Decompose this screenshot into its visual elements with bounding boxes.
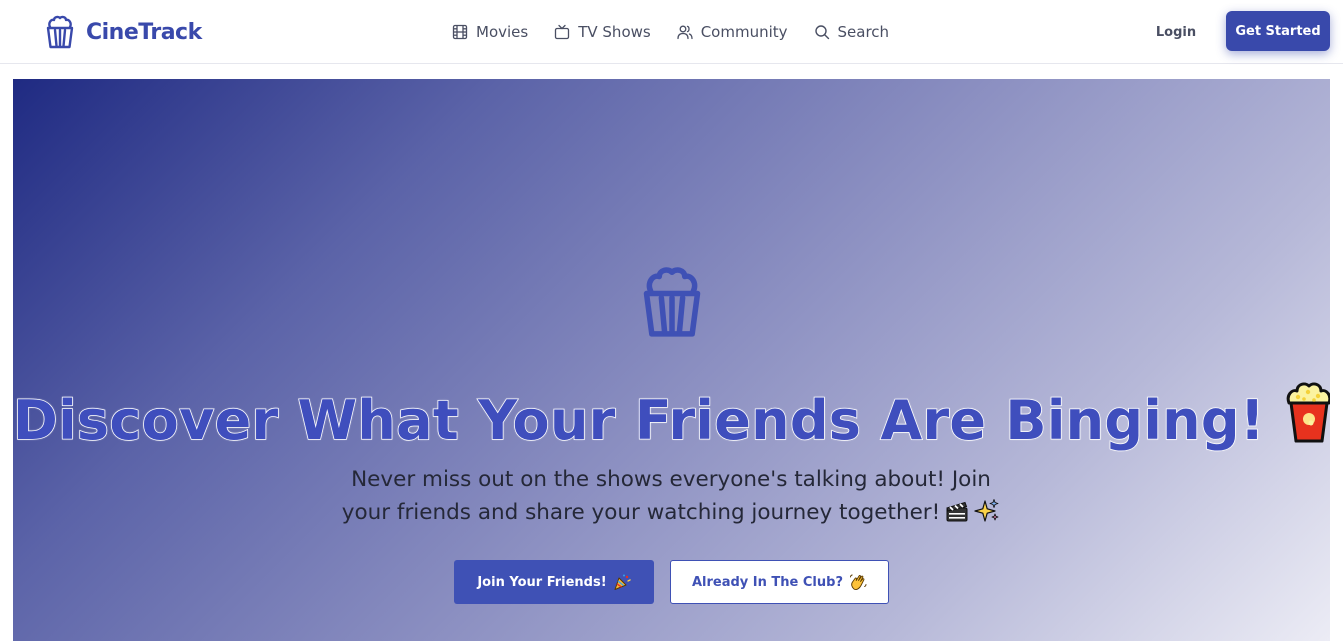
nav-item-label: Search — [837, 22, 890, 41]
nav-item-search[interactable]: Search — [812, 17, 892, 47]
party-popper-emoji-icon — [614, 574, 631, 590]
sparkles-emoji-icon — [974, 499, 999, 522]
popcorn-icon — [643, 267, 701, 337]
nav-item-community[interactable]: Community — [675, 17, 790, 47]
nav-item-label: TV Shows — [578, 22, 651, 41]
already-in-club-button[interactable]: Already In The Club? — [670, 560, 889, 604]
login-button[interactable]: Login — [1142, 18, 1210, 46]
hero-subtitle-line-2-wrap: your friends and share your watching jou… — [321, 496, 1021, 529]
hero-section: Discover What Your Friends Are Binging! … — [13, 79, 1330, 641]
hero-subtitle-line-2: your friends and share your watching jou… — [341, 500, 941, 525]
clapper-board-emoji-icon — [946, 501, 968, 522]
search-icon — [814, 24, 829, 39]
nav-item-movies[interactable]: Movies — [450, 17, 530, 47]
nav-item-label: Movies — [476, 22, 529, 41]
join-friends-label: Join Your Friends! — [477, 574, 607, 590]
nav-item-tv-shows[interactable]: TV Shows — [552, 17, 652, 47]
brand-name: CineTrack — [86, 19, 202, 45]
tv-icon — [555, 24, 570, 39]
film-icon — [452, 24, 468, 39]
hero-title: Discover What Your Friends Are Binging! — [13, 377, 1330, 457]
get-started-button[interactable]: Get Started — [1226, 11, 1330, 51]
hero-subtitle-line-1: Never miss out on the shows everyone's t… — [351, 467, 991, 492]
users-icon — [677, 25, 693, 39]
popcorn-emoji-icon — [1286, 382, 1330, 443]
waving-hand-emoji-icon — [850, 574, 867, 590]
already-in-club-label: Already In The Club? — [691, 574, 843, 590]
nav-item-label: Community — [700, 22, 788, 41]
top-navbar: CineTrack Movies TV Shows Community Sear… — [0, 0, 1343, 64]
join-friends-button[interactable]: Join Your Friends! — [454, 560, 654, 604]
main-nav: Movies TV Shows Community Search — [450, 0, 891, 63]
hero-title-text: Discover What Your Friends Are Binging! — [13, 388, 1265, 453]
brand-logo-link[interactable]: CineTrack — [44, 12, 202, 52]
hero-subtitle: Never miss out on the shows everyone's t… — [321, 463, 1021, 529]
popcorn-icon — [46, 15, 74, 49]
